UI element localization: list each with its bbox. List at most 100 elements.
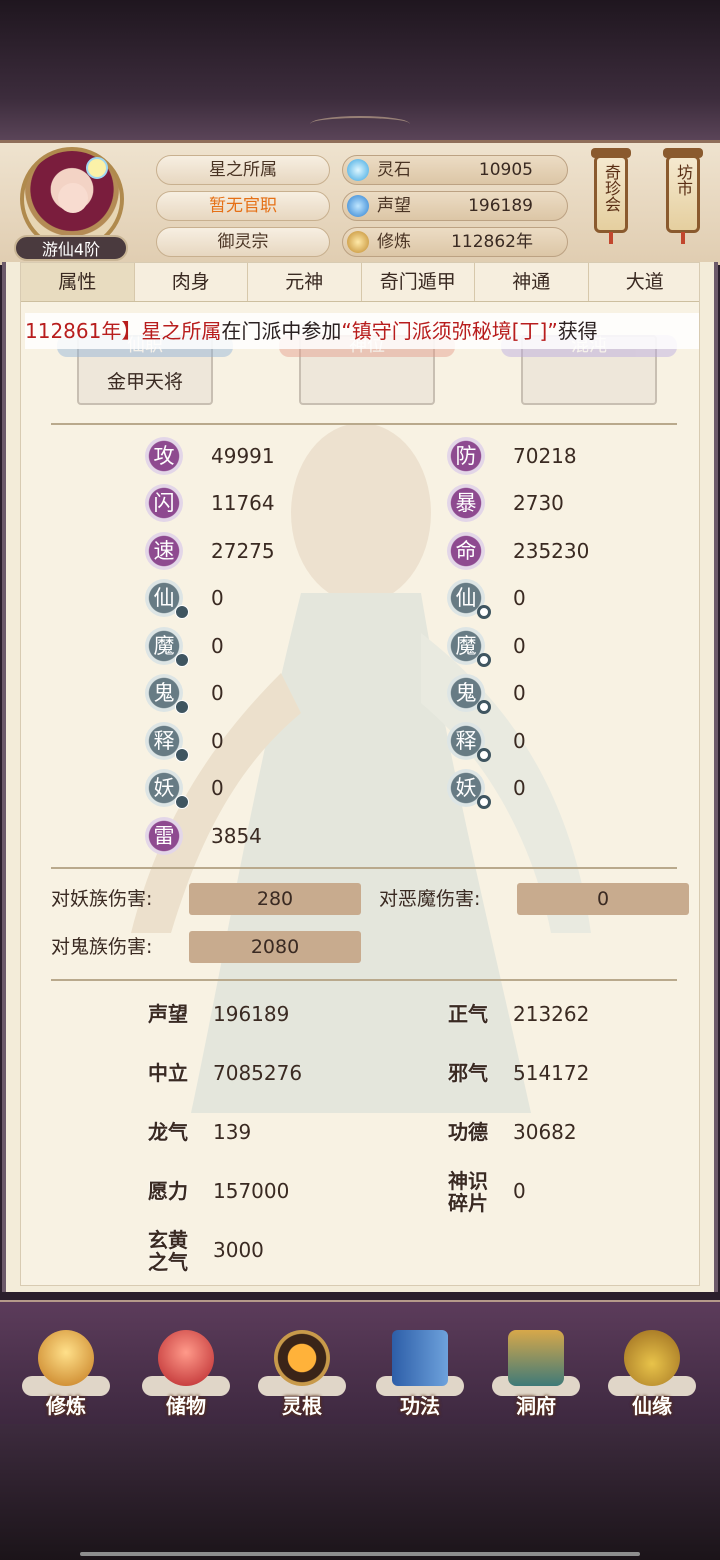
damage-yao-value: 280 — [189, 883, 361, 915]
bottom-nav: 修炼 储物 灵根 功法 洞府 仙缘 — [0, 1300, 720, 1426]
stat-value: 11764 — [211, 491, 275, 515]
scroll-cap — [663, 148, 703, 158]
damage-label: 对妖族伤害: — [51, 888, 153, 910]
ticker-name: 星之所属 — [141, 319, 222, 343]
life-icon: 命 — [447, 532, 485, 570]
dodge-icon: 闪 — [145, 484, 183, 522]
nav-label: 仙缘 — [632, 1394, 672, 1418]
stat-value: 2730 — [513, 491, 564, 515]
resource-label: 灵石 — [377, 160, 411, 180]
scroll-cap — [591, 148, 631, 158]
stat-value: 0 — [211, 729, 224, 753]
defense-mark-icon — [477, 795, 491, 809]
ornament — [310, 116, 410, 132]
avatar-face — [58, 183, 88, 213]
tab-divine-power[interactable]: 神通 — [475, 263, 589, 301]
treasure-fair-button[interactable]: 奇珍会 — [591, 148, 631, 244]
nav-storage[interactable]: 储物 — [138, 1330, 234, 1420]
resource-value: 196189 — [468, 196, 533, 216]
stat-value: 0 — [513, 776, 526, 800]
nav-label: 储物 — [166, 1394, 206, 1418]
bottom-band — [0, 1424, 720, 1560]
attribute-panel-inner: 属性 肉身 元神 奇门遁甲 神通 大道 仙职 金甲天将 神位 混沌 112861… — [20, 262, 700, 1286]
rep-label: 玄黄 之气 — [148, 1228, 188, 1274]
rep-value: 139 — [213, 1120, 252, 1144]
sect-name[interactable]: 御灵宗 — [156, 227, 330, 257]
nav-label: 修炼 — [46, 1394, 86, 1418]
nav-label: 灵根 — [282, 1394, 322, 1418]
tab-attributes[interactable]: 属性 — [21, 263, 135, 301]
nav-techniques[interactable]: 功法 — [372, 1330, 468, 1420]
cultivate-icon — [38, 1330, 94, 1386]
nav-cultivate[interactable]: 修炼 — [18, 1330, 114, 1420]
stat-value: 0 — [513, 634, 526, 658]
defense-icon: 防 — [447, 437, 485, 475]
stat-value: 0 — [211, 776, 224, 800]
stat-value: 0 — [211, 586, 224, 610]
book-icon — [392, 1330, 448, 1386]
rep-value: 157000 — [213, 1179, 290, 1203]
rep-label: 龙气 — [148, 1120, 188, 1144]
damage-ghost-value: 2080 — [189, 931, 361, 963]
nav-label: 洞府 — [516, 1394, 556, 1418]
attribute-panel: 属性 肉身 元神 奇门遁甲 神通 大道 仙职 金甲天将 神位 混沌 112861… — [2, 262, 718, 1292]
ticker-text: 在门派中参加 — [221, 319, 342, 343]
gourd-icon — [624, 1330, 680, 1386]
stat-value: 3854 — [211, 824, 262, 848]
ticker-tail: 获得 — [557, 319, 598, 343]
rep-label: 功德 — [448, 1120, 488, 1144]
player-name: 星之所属 — [156, 155, 330, 185]
resource-spirit-stone[interactable]: 灵石 10905 — [342, 155, 568, 185]
rep-value: 30682 — [513, 1120, 577, 1144]
rep-label: 正气 — [448, 1002, 488, 1026]
official-post[interactable]: 暂无官职 — [156, 191, 330, 221]
tab-great-dao[interactable]: 大道 — [588, 263, 699, 301]
tassel — [609, 232, 613, 244]
rep-value: 514172 — [513, 1061, 590, 1085]
rep-value: 213262 — [513, 1002, 590, 1026]
pavilion-icon — [508, 1330, 564, 1386]
resource-value: 112862年 — [451, 232, 533, 252]
stat-value: 0 — [513, 729, 526, 753]
divider — [51, 423, 677, 425]
attack-icon: 攻 — [145, 437, 183, 475]
market-label: 坊市 — [674, 164, 693, 196]
resource-value: 10905 — [478, 160, 533, 180]
stat-value: 235230 — [513, 539, 590, 563]
stat-value: 0 — [513, 586, 526, 610]
ticker-year: 112861年】 — [25, 319, 142, 343]
event-ticker: 112861年】星之所属在门派中参加“镇守门派须弥秘境[丁]”获得 — [25, 313, 699, 349]
damage-label: 对鬼族伤害: — [51, 936, 153, 958]
resource-label: 声望 — [377, 196, 411, 216]
stat-value: 49991 — [211, 444, 275, 468]
crit-icon: 暴 — [447, 484, 485, 522]
defense-mark-icon — [477, 700, 491, 714]
speed-icon: 速 — [145, 532, 183, 570]
damage-label: 对恶魔伤害: — [379, 888, 481, 910]
market-button[interactable]: 坊市 — [663, 148, 703, 244]
rank-tag: 游仙4阶 — [14, 235, 128, 261]
rep-value: 0 — [513, 1179, 526, 1203]
tab-body[interactable]: 肉身 — [134, 263, 248, 301]
stat-value: 0 — [211, 634, 224, 658]
player-header: 游仙4阶 星之所属 暂无官职 御灵宗 灵石 10905 声望 196189 修炼… — [0, 140, 720, 265]
rep-value: 196189 — [213, 1002, 290, 1026]
top-band — [0, 0, 720, 140]
treasure-fair-label: 奇珍会 — [602, 164, 621, 212]
home-indicator[interactable] — [80, 1552, 640, 1556]
nav-fate[interactable]: 仙缘 — [604, 1330, 700, 1420]
attack-mark-icon — [175, 605, 189, 619]
attack-mark-icon — [175, 795, 189, 809]
tab-spirit[interactable]: 元神 — [248, 263, 362, 301]
resource-label: 修炼 — [377, 232, 411, 252]
defense-mark-icon — [477, 748, 491, 762]
nav-cave-abode[interactable]: 洞府 — [488, 1330, 584, 1420]
resource-reputation[interactable]: 声望 196189 — [342, 191, 568, 221]
resource-cultivation[interactable]: 修炼 112862年 — [342, 227, 568, 257]
defense-mark-icon — [477, 653, 491, 667]
thunder-icon: 雷 — [145, 817, 183, 855]
nav-spirit-root[interactable]: 灵根 — [254, 1330, 350, 1420]
tab-qimen[interactable]: 奇门遁甲 — [361, 263, 475, 301]
rep-label: 声望 — [148, 1002, 188, 1026]
slot-value: 金甲天将 — [106, 371, 183, 393]
